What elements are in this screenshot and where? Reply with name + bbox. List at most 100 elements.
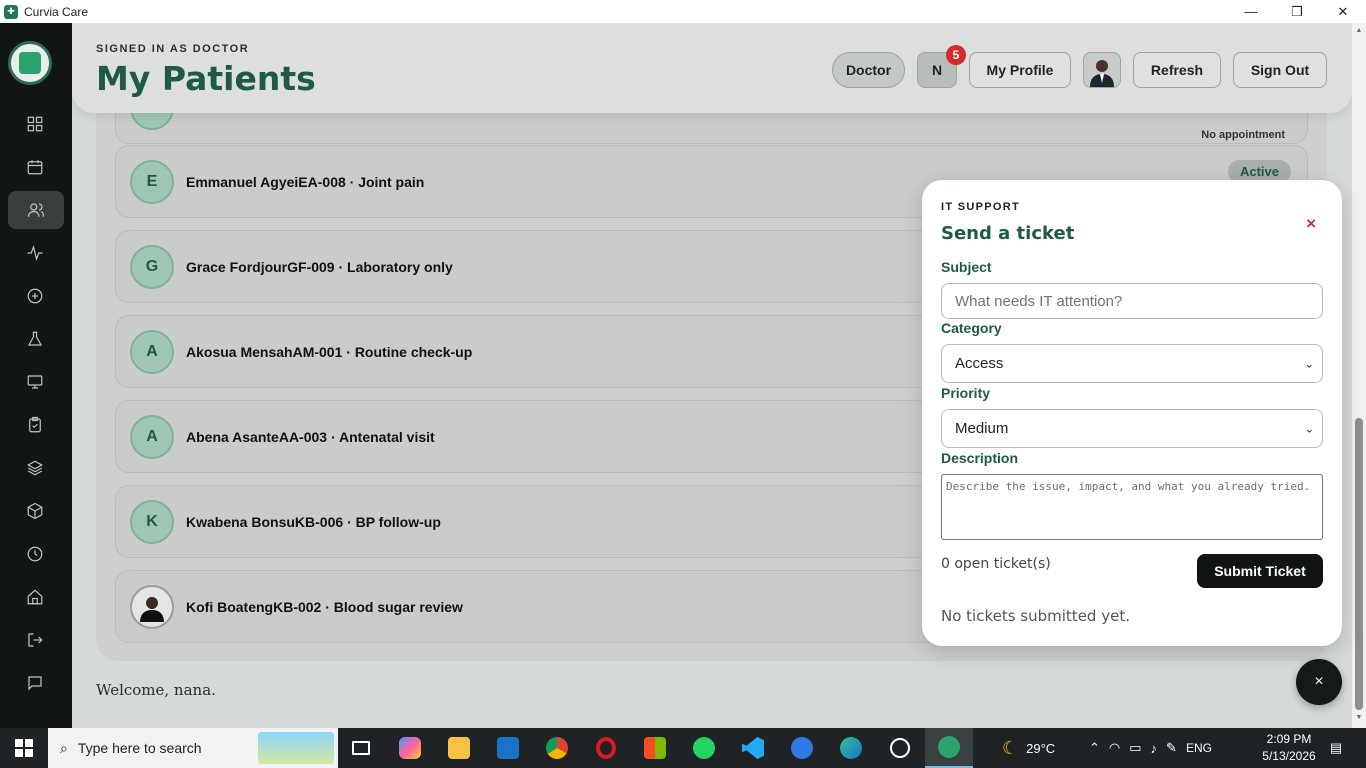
taskbar-search[interactable]: ⌕ Type here to search <box>48 728 338 768</box>
page-title: My Patients <box>96 59 316 98</box>
patient-avatar: E <box>130 159 174 204</box>
category-value: Access <box>955 355 1004 372</box>
vscode-icon[interactable] <box>729 728 777 768</box>
welcome-message: Welcome, nana. <box>96 681 216 699</box>
chrome-icon[interactable] <box>533 728 581 768</box>
patient-avatar: A <box>130 414 174 459</box>
page-scrollbar[interactable]: ▲ ▼ <box>1352 23 1366 728</box>
patient-name: Kofi BoatengKB-002 · Blood sugar review <box>186 598 463 615</box>
plus-circle-icon[interactable] <box>16 277 54 315</box>
app-logo-icon: ✚ <box>4 4 18 19</box>
description-textarea[interactable]: Describe the issue, impact, and what you… <box>941 474 1323 540</box>
opera-icon[interactable] <box>582 728 630 768</box>
patient-name: Abena AsanteAA-003 · Antenatal visit <box>186 428 435 445</box>
user-avatar[interactable] <box>1083 52 1121 88</box>
outlook-icon[interactable] <box>484 728 532 768</box>
windows-start-icon[interactable] <box>0 728 48 768</box>
appstore-icon[interactable] <box>778 728 826 768</box>
system-tray: ⌃ ◠ ▭ ♪ ✎ ENG <box>1089 728 1212 768</box>
my-profile-button[interactable]: My Profile <box>969 52 1071 88</box>
message-icon[interactable] <box>16 664 54 702</box>
chevron-up-icon[interactable]: ⌃ <box>1089 740 1100 756</box>
weather-widget[interactable]: ☾ 29°C <box>1002 728 1055 768</box>
store-icon[interactable] <box>631 728 679 768</box>
modal-kicker: IT SUPPORT <box>941 201 1021 213</box>
sidebar <box>0 23 72 728</box>
priority-select[interactable]: Medium ⌄ <box>941 409 1323 448</box>
clipboard-icon[interactable] <box>16 406 54 444</box>
subject-label: Subject <box>941 259 992 275</box>
chevron-down-icon: ⌄ <box>1304 423 1314 435</box>
volume-muted-icon[interactable]: ♪ <box>1151 741 1158 756</box>
modal-title: Send a ticket <box>941 223 1075 244</box>
notification-count-badge: 5 <box>946 45 966 65</box>
patient-avatar: A <box>130 329 174 374</box>
chatgpt-icon[interactable] <box>876 728 924 768</box>
subject-input[interactable]: What needs IT attention? <box>941 283 1323 319</box>
close-support-fab[interactable]: × <box>1296 659 1342 705</box>
sign-out-button[interactable]: Sign Out <box>1233 52 1327 88</box>
page-header: SIGNED IN AS DOCTOR My Patients Doctor N… <box>72 23 1352 113</box>
minimize-icon[interactable]: — <box>1228 0 1274 23</box>
pen-icon[interactable]: ✎ <box>1166 740 1177 756</box>
role-badge[interactable]: Doctor <box>832 52 905 88</box>
appointment-status: No appointment <box>1201 129 1285 141</box>
home-icon[interactable] <box>16 578 54 616</box>
grid-icon[interactable] <box>16 105 54 143</box>
category-select[interactable]: Access ⌄ <box>941 344 1323 383</box>
moon-icon: ☾ <box>1002 737 1019 758</box>
patient-name: Kwabena BonsuKB-006 · BP follow-up <box>186 513 441 530</box>
search-highlight-image <box>258 732 334 764</box>
activity-icon[interactable] <box>16 234 54 272</box>
it-support-ticket-modal: IT SUPPORT Send a ticket × Subject What … <box>922 180 1342 646</box>
copilot-icon[interactable] <box>386 728 434 768</box>
wifi-icon[interactable]: ◠ <box>1109 740 1120 756</box>
priority-label: Priority <box>941 385 991 401</box>
box-icon[interactable] <box>16 492 54 530</box>
patient-avatar: G <box>130 244 174 289</box>
priority-value: Medium <box>955 420 1009 437</box>
file-explorer-icon[interactable] <box>435 728 483 768</box>
taskbar-clock[interactable]: 2:09 PM 5/13/2026 <box>1254 731 1324 765</box>
clock-time: 2:09 PM <box>1266 732 1312 746</box>
language-indicator[interactable]: ENG <box>1186 741 1212 755</box>
clock-icon[interactable] <box>16 535 54 573</box>
close-icon[interactable]: × <box>1306 214 1316 234</box>
clock-date: 5/13/2026 <box>1262 749 1316 763</box>
window-title: Curvia Care <box>24 4 89 19</box>
patient-name: Akosua MensahAM-001 · Routine check-up <box>186 343 473 360</box>
patient-name: Grace FordjourGF-009 · Laboratory only <box>186 258 453 275</box>
description-label: Description <box>941 450 1019 466</box>
submit-ticket-button[interactable]: Submit Ticket <box>1197 554 1323 588</box>
refresh-button[interactable]: Refresh <box>1133 52 1221 88</box>
patient-photo-avatar <box>130 584 174 629</box>
signed-in-label: SIGNED IN AS DOCTOR <box>96 43 250 55</box>
close-window-icon[interactable]: ✕ <box>1320 0 1366 23</box>
brand-logo[interactable] <box>8 41 52 85</box>
patient-name: Emmanuel AgyeiEA-008 · Joint pain <box>186 173 425 190</box>
search-icon: ⌕ <box>60 739 68 756</box>
notification-center-icon[interactable]: ▤ <box>1326 728 1346 768</box>
scroll-up-icon[interactable]: ▲ <box>1355 27 1363 35</box>
scroll-down-icon[interactable]: ▼ <box>1355 714 1363 722</box>
layers-icon[interactable] <box>16 449 54 487</box>
battery-icon[interactable]: ▭ <box>1129 740 1141 756</box>
weather-temperature: 29°C <box>1026 740 1056 756</box>
task-view-icon[interactable] <box>337 728 385 768</box>
notifications-button[interactable]: N 5 <box>917 45 966 88</box>
restore-icon[interactable]: ❐ <box>1274 0 1320 23</box>
calendar-icon[interactable] <box>16 148 54 186</box>
curvia-care-taskbar-icon[interactable] <box>925 728 973 768</box>
edge-icon[interactable] <box>827 728 875 768</box>
flask-icon[interactable] <box>16 320 54 358</box>
window-titlebar: ✚ Curvia Care — ❐ ✕ <box>0 0 1366 23</box>
chevron-down-icon: ⌄ <box>1304 358 1314 370</box>
users-icon[interactable] <box>8 191 64 229</box>
scrollbar-thumb[interactable] <box>1355 418 1363 710</box>
search-placeholder: Type here to search <box>77 740 202 756</box>
category-label: Category <box>941 320 1002 336</box>
monitor-icon[interactable] <box>16 363 54 401</box>
logout-icon[interactable] <box>16 621 54 659</box>
whatsapp-icon[interactable] <box>680 728 728 768</box>
open-ticket-count: 0 open ticket(s) <box>941 556 1051 572</box>
